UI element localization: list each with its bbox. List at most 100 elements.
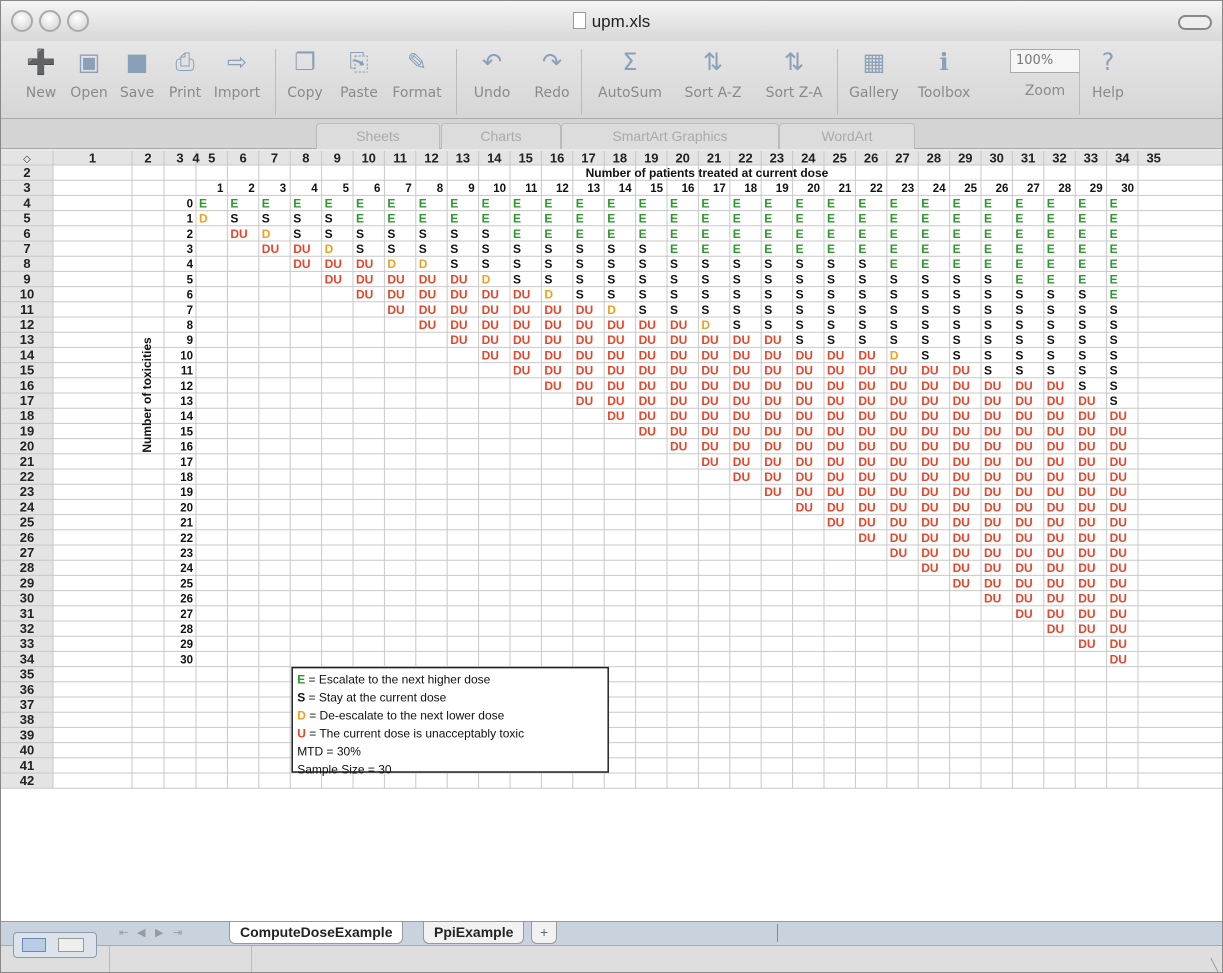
next-sheet-icon[interactable]: ▶ <box>155 926 163 939</box>
row-header[interactable]: 5 <box>23 211 30 226</box>
column-header[interactable]: 21 <box>707 151 721 166</box>
zoom-select[interactable]: 100% <box>1010 49 1080 73</box>
sheet-tab-active[interactable]: ComputeDoseExample <box>229 922 404 944</box>
column-header[interactable]: 24 <box>801 151 816 166</box>
select-all-icon[interactable]: ◇ <box>23 154 31 165</box>
row-header[interactable]: 22 <box>20 469 34 484</box>
column-header[interactable]: 30 <box>989 151 1003 166</box>
row-header[interactable]: 7 <box>23 241 30 256</box>
row-header[interactable]: 14 <box>20 347 35 362</box>
row-header[interactable]: 34 <box>20 651 35 666</box>
toolbar-sort-z-a-button[interactable]: ⇅ Sort Z-A <box>755 47 833 101</box>
ribbon-tab-wordart[interactable]: WordArt <box>779 123 915 149</box>
column-header[interactable]: 1 <box>89 151 96 166</box>
column-header[interactable]: 23 <box>770 151 784 166</box>
row-header[interactable]: 6 <box>23 226 30 241</box>
row-header[interactable]: 25 <box>20 515 34 530</box>
column-header[interactable]: 13 <box>456 151 470 166</box>
column-header[interactable]: 28 <box>927 151 941 166</box>
row-header[interactable]: 32 <box>20 621 34 636</box>
row-header[interactable]: 31 <box>20 606 34 621</box>
prev-sheet-icon[interactable]: ◀ <box>137 926 145 939</box>
column-header[interactable]: 11 <box>393 151 407 166</box>
toolbar-zoom-button[interactable]: 100% Zoom <box>1005 47 1085 99</box>
column-header[interactable]: 26 <box>864 151 878 166</box>
row-header[interactable]: 39 <box>20 727 34 742</box>
row-header[interactable]: 33 <box>20 636 34 651</box>
column-header[interactable]: 34 <box>1115 151 1130 166</box>
row-header[interactable]: 10 <box>20 287 34 302</box>
toolbar-paste-button[interactable]: ⎘ Paste <box>333 47 385 101</box>
column-header[interactable]: 19 <box>644 151 658 166</box>
toolbar-toolbox-button[interactable]: ℹ Toolbox <box>909 47 979 101</box>
row-header[interactable]: 38 <box>20 712 34 727</box>
column-header[interactable]: 17 <box>581 151 595 166</box>
row-header[interactable]: 36 <box>20 682 34 697</box>
ribbon-tab-charts[interactable]: Charts <box>441 123 561 149</box>
toolbar-open-button[interactable]: ▣ Open <box>65 47 113 101</box>
column-header[interactable]: 25 <box>832 151 846 166</box>
column-header[interactable]: 15 <box>518 151 532 166</box>
toolbar-format-button[interactable]: ✎ Format <box>387 47 447 101</box>
toolbar-gallery-button[interactable]: ▦ Gallery <box>843 47 905 101</box>
row-header[interactable]: 16 <box>20 378 34 393</box>
column-header[interactable]: 2 <box>144 151 151 166</box>
column-header[interactable]: 20 <box>675 151 689 166</box>
toolbar-print-button[interactable]: ⎙ Print <box>163 47 207 101</box>
column-header[interactable]: 5 <box>208 151 215 166</box>
column-header[interactable]: 8 <box>302 151 309 166</box>
row-header[interactable]: 20 <box>20 439 34 454</box>
ribbon-tab-sheets[interactable]: Sheets <box>316 123 440 149</box>
row-header[interactable]: 27 <box>20 545 34 560</box>
toolbar-toggle-button[interactable] <box>1178 15 1212 30</box>
row-header[interactable]: 37 <box>20 697 34 712</box>
row-header[interactable]: 26 <box>20 530 34 545</box>
column-header[interactable]: 35 <box>1146 151 1160 166</box>
column-header[interactable]: 18 <box>613 151 627 166</box>
toolbar-sort-a-z-button[interactable]: ⇅ Sort A-Z <box>673 47 753 101</box>
row-header[interactable]: 21 <box>20 454 34 469</box>
column-header[interactable]: 32 <box>1052 151 1066 166</box>
first-sheet-icon[interactable]: ⇤ <box>119 926 128 939</box>
toolbar-help-button[interactable]: ? Help <box>1091 47 1125 101</box>
spreadsheet-grid[interactable]: ◇ 1 2 3 4 5 6 7 8 9 10 11 12 13 14 15 16 17 18 19 20 21 22 23 24… <box>1 151 1222 921</box>
row-header[interactable]: 4 <box>23 195 31 210</box>
last-sheet-icon[interactable]: ⇥ <box>173 926 182 939</box>
column-header[interactable]: 3 <box>176 151 183 166</box>
grid-canvas[interactable]: ◇ 1 2 3 4 5 6 7 8 9 10 11 12 13 14 15 16 17 18 19 20 21 22 23 24… <box>1 151 1222 921</box>
column-header[interactable]: 14 <box>487 151 502 166</box>
ribbon-tab-smartart-graphics[interactable]: SmartArt Graphics <box>561 123 779 149</box>
resize-grip-icon[interactable]: ╲ <box>1211 958 1218 972</box>
column-header[interactable]: 12 <box>424 151 438 166</box>
row-header[interactable]: 15 <box>20 363 34 378</box>
toolbar-redo-button[interactable]: ↷ Redo <box>527 47 577 101</box>
row-header[interactable]: 40 <box>20 743 34 758</box>
row-header[interactable]: 3 <box>23 180 30 195</box>
row-header[interactable]: 13 <box>20 332 34 347</box>
column-header[interactable]: 16 <box>550 151 564 166</box>
row-header[interactable]: 12 <box>20 317 34 332</box>
column-header[interactable]: 31 <box>1021 151 1035 166</box>
column-header[interactable]: 22 <box>738 151 752 166</box>
row-header[interactable]: 24 <box>20 499 35 514</box>
row-header[interactable]: 41 <box>20 758 34 773</box>
column-header[interactable]: 9 <box>334 151 341 166</box>
row-header[interactable]: 11 <box>20 302 34 317</box>
toolbar-import-button[interactable]: ⇨ Import <box>207 47 267 101</box>
row-header[interactable]: 2 <box>23 165 30 180</box>
sheet-tab[interactable]: PpiExample <box>423 922 525 944</box>
column-header[interactable]: 10 <box>361 151 375 166</box>
normal-view-icon[interactable] <box>22 938 46 952</box>
row-header[interactable]: 9 <box>23 271 30 286</box>
row-header[interactable]: 28 <box>20 560 34 575</box>
row-header[interactable]: 18 <box>20 408 34 423</box>
row-header[interactable]: 29 <box>20 575 34 590</box>
row-header[interactable]: 35 <box>20 667 34 682</box>
column-header[interactable]: 6 <box>239 151 246 166</box>
page-layout-view-icon[interactable] <box>58 938 84 952</box>
row-header[interactable]: 17 <box>20 393 34 408</box>
row-header[interactable]: 23 <box>20 484 34 499</box>
column-header[interactable]: 27 <box>895 151 909 166</box>
column-header[interactable]: 7 <box>271 151 278 166</box>
toolbar-save-button[interactable]: ■ Save <box>115 47 159 101</box>
